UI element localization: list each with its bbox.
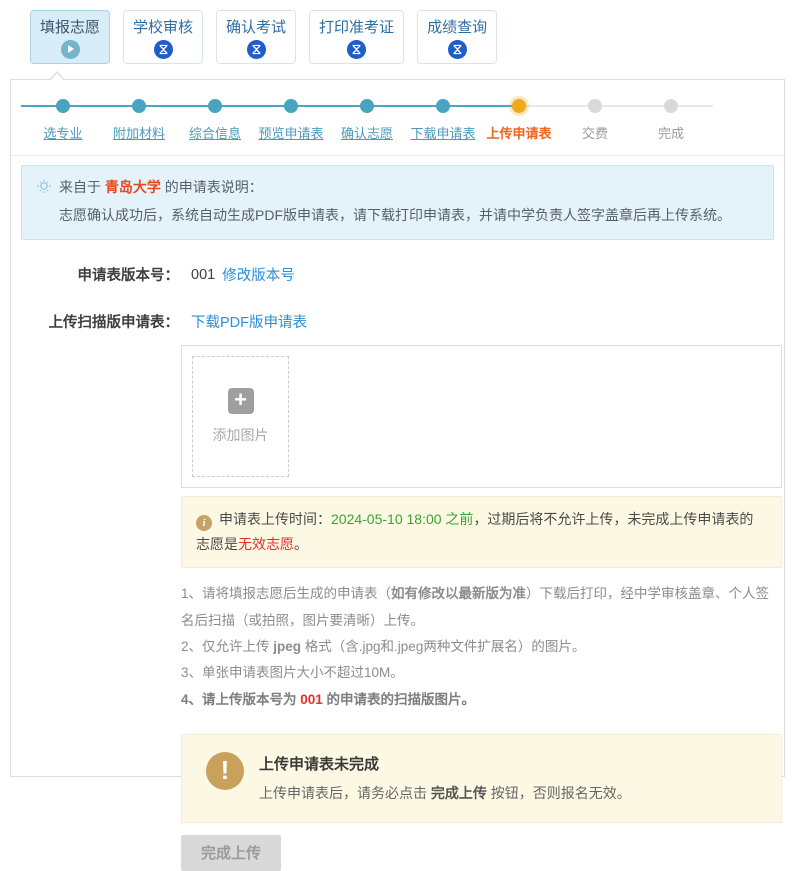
incomplete-warning-box: ! 上传申请表未完成 上传申请表后，请务必点击 完成上传 按钮，否则报名无效。 [181,734,782,823]
hourglass-icon [154,40,173,59]
instruction-item-4: 4、请上传版本号为 001 的申请表的扫描版图片。 [181,687,782,713]
exclamation-icon: ! [206,752,244,790]
warning-body: 上传申请表后，请务必点击 完成上传 按钮，否则报名无效。 [259,783,631,803]
step-upload-form: 上传申请表 [481,80,557,142]
hourglass-icon [247,40,266,59]
upload-row: 上传扫描版申请表： 下载PDF版申请表 [11,311,784,332]
step-dot [132,99,146,113]
step-dot [208,99,222,113]
step-download-form[interactable]: 下载申请表 [405,80,481,142]
version-value: 001 [191,267,215,283]
step-dot [360,99,374,113]
hourglass-icon [448,40,467,59]
school-notice-box: 来自于 青岛大学 的申请表说明： 志愿确认成功后，系统自动生成PDF版申请表，请… [21,165,774,240]
modify-version-link[interactable]: 修改版本号 [222,264,295,285]
tab-label: 学校审核 [133,16,193,37]
tab-label: 成绩查询 [427,16,487,37]
step-dot [56,99,70,113]
deadline-notice: i申请表上传时间：2024-05-10 18:00 之前，过期后将不允许上传，未… [181,496,782,568]
tab-label: 打印准考证 [319,16,394,37]
step-additional-materials[interactable]: 附加材料 [101,80,177,142]
step-dot [284,99,298,113]
step-complete: 完成 [633,80,709,142]
instruction-item-2: 2、仅允许上传 jpeg 格式（含.jpg和.jpeg两种文件扩展名）的图片。 [181,634,782,660]
tab-label: 填报志愿 [40,16,100,37]
step-dot [664,99,678,113]
step-dot [436,99,450,113]
step-confirm-application[interactable]: 确认志愿 [329,80,405,142]
invalid-text: 无效志愿 [238,536,294,552]
tab-label: 确认考试 [226,16,286,37]
upload-dropzone: + 添加图片 [181,345,782,488]
instruction-item-3: 3、单张申请表图片大小不超过10M。 [181,660,782,686]
upload-label: 上传扫描版申请表： [11,311,179,332]
finish-upload-button[interactable]: 完成上传 [181,835,281,871]
lightbulb-icon [36,179,52,195]
play-icon [61,40,80,59]
step-preview-form[interactable]: 预览申请表 [253,80,329,142]
step-dot-current [512,99,526,113]
version-label: 申请表版本号： [11,264,179,285]
tab-print-admission-ticket[interactable]: 打印准考证 [309,10,404,64]
tab-confirm-exam[interactable]: 确认考试 [216,10,296,64]
download-pdf-link[interactable]: 下载PDF版申请表 [191,311,307,332]
info-icon: i [196,515,212,531]
school-name: 青岛大学 [105,179,161,195]
deadline-value: 2024-05-10 18:00 之前 [331,511,473,527]
warning-title: 上传申请表未完成 [259,753,631,774]
step-comprehensive-info[interactable]: 综合信息 [177,80,253,142]
step-progress-bar: 选专业 附加材料 综合信息 预览申请表 确认志愿 下载申请表 [11,80,784,156]
main-panel: 选专业 附加材料 综合信息 预览申请表 确认志愿 下载申请表 [10,79,785,777]
add-image-button[interactable]: + 添加图片 [192,356,289,477]
top-tab-bar: 填报志愿 学校审核 确认考试 打印准考证 成绩查询 [30,10,795,64]
plus-icon: + [228,388,254,414]
instruction-list: 1、请将填报志愿后生成的申请表（如有修改以最新版为准）下载后打印，经中学审核盖章… [181,581,782,713]
tab-score-query[interactable]: 成绩查询 [417,10,497,64]
tab-fill-application[interactable]: 填报志愿 [30,10,110,64]
step-choose-major[interactable]: 选专业 [25,80,101,142]
version-row: 申请表版本号： 001 修改版本号 [11,264,784,285]
tab-school-review[interactable]: 学校审核 [123,10,203,64]
instruction-item-1: 1、请将填报志愿后生成的申请表（如有修改以最新版为准）下载后打印，经中学审核盖章… [181,581,782,634]
step-pay-fee: 交费 [557,80,633,142]
hourglass-icon [347,40,366,59]
step-dot [588,99,602,113]
school-notice-title: 来自于 青岛大学 的申请表说明： [59,177,263,197]
school-notice-body: 志愿确认成功后，系统自动生成PDF版申请表，请下载打印申请表，并请中学负责人签字… [59,205,759,226]
add-image-label: 添加图片 [213,425,269,445]
